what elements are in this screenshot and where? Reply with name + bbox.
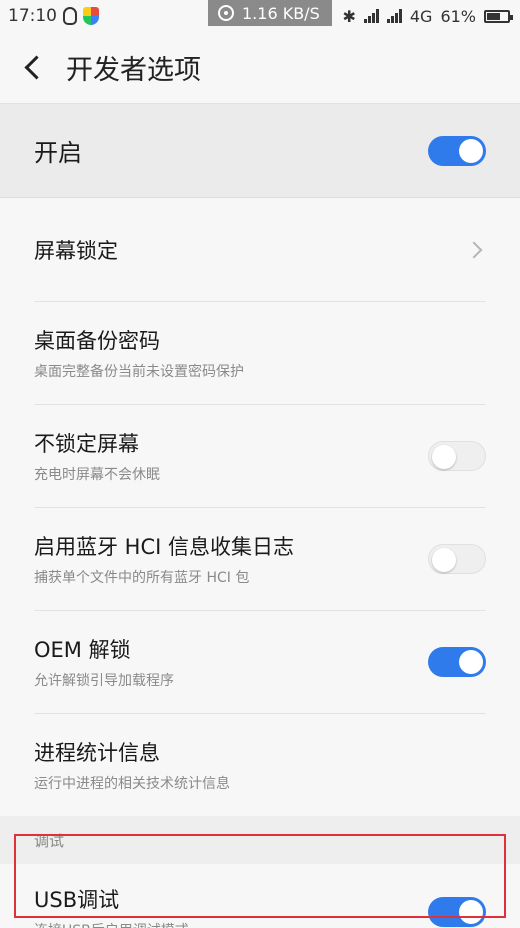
status-left: 17:10 bbox=[8, 6, 99, 26]
item-text: 进程统计信息 运行中进程的相关技术统计信息 bbox=[34, 737, 230, 793]
battery-text: 61% bbox=[440, 6, 476, 26]
item-title: 启用蓝牙 HCI 信息收集日志 bbox=[34, 534, 294, 559]
status-right: ✱ 4G 61% bbox=[342, 0, 513, 32]
shield-icon bbox=[83, 7, 99, 25]
settings-list: 屏幕锁定 桌面备份密码 桌面完整备份当前未设置密码保护 不锁定屏幕 充电时屏幕不… bbox=[0, 198, 520, 816]
item-title: 桌面备份密码 bbox=[34, 328, 160, 353]
item-text: 不锁定屏幕 充电时屏幕不会休眠 bbox=[34, 428, 160, 484]
title-bar: 开发者选项 bbox=[0, 32, 520, 104]
item-subtitle: 运行中进程的相关技术统计信息 bbox=[34, 775, 230, 792]
page-title: 开发者选项 bbox=[66, 55, 201, 86]
item-subtitle: 桌面完整备份当前未设置密码保护 bbox=[34, 363, 244, 380]
battery-icon bbox=[484, 9, 513, 23]
signal-icon bbox=[363, 9, 379, 23]
item-subtitle: 捕获单个文件中的所有蓝牙 HCI 包 bbox=[34, 569, 250, 586]
status-bar: 17:10 1.16 KB/S ✱ 4G 61% bbox=[0, 0, 520, 32]
list-item-process-stats[interactable]: 进程统计信息 运行中进程的相关技术统计信息 bbox=[0, 713, 520, 816]
list-item-stay-awake[interactable]: 不锁定屏幕 充电时屏幕不会休眠 bbox=[0, 404, 520, 507]
master-switch-label: 开启 bbox=[34, 139, 82, 167]
net-speed-indicator: 1.16 KB/S bbox=[208, 0, 332, 26]
item-text: 桌面备份密码 桌面完整备份当前未设置密码保护 bbox=[34, 325, 244, 381]
hotspot-icon bbox=[218, 5, 234, 21]
bluetooth-icon: ✱ bbox=[342, 6, 356, 26]
item-subtitle: 充电时屏幕不会休眠 bbox=[34, 466, 160, 483]
list-item-backup-password[interactable]: 桌面备份密码 桌面完整备份当前未设置密码保护 bbox=[0, 301, 520, 404]
chevron-right-icon bbox=[465, 241, 483, 258]
master-toggle[interactable] bbox=[428, 135, 486, 166]
section-header-debug: 调试 bbox=[0, 816, 520, 864]
toggle-knob bbox=[459, 649, 483, 674]
item-text: USB调试 连接USB后启用调试模式 bbox=[34, 884, 189, 928]
list-item-usb-debugging[interactable]: USB调试 连接USB后启用调试模式 bbox=[0, 864, 520, 928]
qq-icon bbox=[63, 7, 77, 25]
network-type: 4G bbox=[409, 6, 433, 26]
item-subtitle: 允许解锁引导加载程序 bbox=[34, 672, 174, 689]
usb-debugging-toggle[interactable] bbox=[428, 897, 486, 927]
item-title: 进程统计信息 bbox=[34, 740, 160, 765]
net-speed-text: 1.16 KB/S bbox=[242, 3, 320, 23]
status-time: 17:10 bbox=[8, 6, 57, 26]
item-text: 屏幕锁定 bbox=[34, 235, 118, 265]
item-text: 启用蓝牙 HCI 信息收集日志 捕获单个文件中的所有蓝牙 HCI 包 bbox=[34, 531, 294, 587]
master-switch-row[interactable]: 开启 bbox=[0, 104, 520, 198]
stay-awake-toggle[interactable] bbox=[428, 440, 486, 471]
toggle-knob bbox=[432, 547, 456, 572]
toggle-knob bbox=[459, 900, 483, 924]
toggle-knob bbox=[459, 138, 483, 163]
back-arrow-icon[interactable] bbox=[18, 53, 48, 83]
item-title: 屏幕锁定 bbox=[34, 238, 118, 263]
item-text: OEM 解锁 允许解锁引导加载程序 bbox=[34, 634, 174, 690]
item-title: USB调试 bbox=[34, 888, 120, 912]
signal-icon-2 bbox=[386, 9, 402, 23]
item-title: 不锁定屏幕 bbox=[34, 431, 139, 456]
list-item-bluetooth-hci-log[interactable]: 启用蓝牙 HCI 信息收集日志 捕获单个文件中的所有蓝牙 HCI 包 bbox=[0, 507, 520, 610]
item-title: OEM 解锁 bbox=[34, 637, 131, 662]
bluetooth-hci-toggle[interactable] bbox=[428, 543, 486, 574]
oem-unlock-toggle[interactable] bbox=[428, 646, 486, 677]
list-item-screen-lock[interactable]: 屏幕锁定 bbox=[0, 198, 520, 301]
item-subtitle: 连接USB后启用调试模式 bbox=[34, 920, 189, 928]
list-item-oem-unlock[interactable]: OEM 解锁 允许解锁引导加载程序 bbox=[0, 610, 520, 713]
toggle-knob bbox=[432, 444, 456, 469]
